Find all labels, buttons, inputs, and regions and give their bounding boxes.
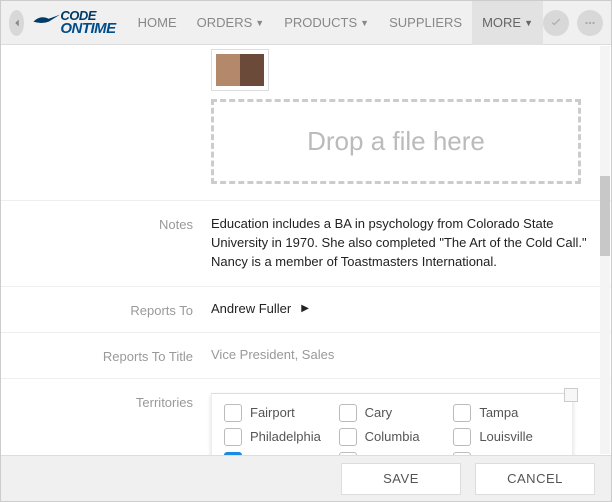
territories-picker: Fairport Cary Tampa Philadelphia Columbia Lou… — [211, 393, 573, 455]
territory-item: Cary — [339, 404, 446, 422]
territory-item: Tampa — [453, 404, 560, 422]
logo: CODE ONTIME — [32, 10, 115, 35]
territory-checkbox[interactable] — [224, 428, 242, 446]
form-content: Drop a file here Notes Education include… — [1, 45, 611, 455]
territory-label: Louisville — [479, 429, 532, 444]
territory-label: Columbia — [365, 429, 420, 444]
dots-icon — [583, 16, 597, 30]
chevron-left-icon — [10, 16, 24, 30]
confirm-button[interactable] — [543, 10, 569, 36]
nav-item-home[interactable]: HOME — [128, 1, 187, 45]
top-bar: CODE ONTIME HOMEORDERS▼PRODUCTS▼SUPPLIER… — [1, 1, 611, 45]
swoosh-icon — [32, 13, 60, 33]
nav-item-suppliers[interactable]: SUPPLIERS — [379, 1, 472, 45]
more-actions-button[interactable] — [577, 10, 603, 36]
notes-label: Notes — [1, 215, 211, 272]
reports-to-title-value: Vice President, Sales — [211, 347, 611, 364]
territory-checkbox[interactable] — [453, 428, 471, 446]
caret-down-icon: ▼ — [360, 18, 369, 28]
chevron-right-icon: ▶ — [301, 303, 309, 314]
nav-item-products[interactable]: PRODUCTS▼ — [274, 1, 379, 45]
territory-checkbox[interactable] — [224, 404, 242, 422]
divider — [1, 286, 611, 287]
territory-item: Fairport — [224, 404, 331, 422]
reports-to-link[interactable]: Andrew Fuller ▶ — [211, 301, 309, 316]
territory-item: Louisville — [453, 428, 560, 446]
caret-down-icon: ▼ — [255, 18, 264, 28]
territory-item: Columbia — [339, 428, 446, 446]
territory-label: Cary — [365, 405, 392, 420]
back-button[interactable] — [9, 10, 24, 36]
reports-to-label: Reports To — [1, 301, 211, 318]
reports-to-value: Andrew Fuller — [211, 301, 291, 316]
photo-thumbnail[interactable] — [211, 49, 269, 91]
main-nav: HOMEORDERS▼PRODUCTS▼SUPPLIERSMORE▼ — [128, 1, 543, 45]
divider — [1, 200, 611, 201]
save-button[interactable]: SAVE — [341, 463, 461, 495]
territory-checkbox[interactable] — [339, 404, 357, 422]
vertical-scrollbar[interactable] — [600, 46, 610, 454]
logo-text-bottom: ONTIME — [60, 22, 115, 36]
territory-label: Tampa — [479, 405, 518, 420]
divider — [1, 378, 611, 379]
scroll-up-button[interactable] — [564, 388, 578, 402]
territory-item: Philadelphia — [224, 428, 331, 446]
territory-label: Philadelphia — [250, 429, 321, 444]
file-dropzone[interactable]: Drop a file here — [211, 99, 581, 184]
caret-down-icon: ▼ — [524, 18, 533, 28]
footer-bar: SAVE CANCEL — [1, 455, 611, 501]
nav-item-more[interactable]: MORE▼ — [472, 1, 543, 45]
vertical-scrollbar-thumb[interactable] — [600, 176, 610, 256]
territories-label: Territories — [1, 393, 211, 455]
notes-value[interactable]: Education includes a BA in psychology fr… — [211, 215, 611, 272]
reports-to-title-label: Reports To Title — [1, 347, 211, 364]
dropzone-text: Drop a file here — [307, 126, 485, 156]
divider — [1, 332, 611, 333]
territory-label: Fairport — [250, 405, 295, 420]
territory-checkbox[interactable] — [453, 404, 471, 422]
territory-checkbox[interactable] — [339, 428, 357, 446]
cancel-button[interactable]: CANCEL — [475, 463, 595, 495]
nav-item-orders[interactable]: ORDERS▼ — [187, 1, 275, 45]
check-icon — [549, 16, 563, 30]
